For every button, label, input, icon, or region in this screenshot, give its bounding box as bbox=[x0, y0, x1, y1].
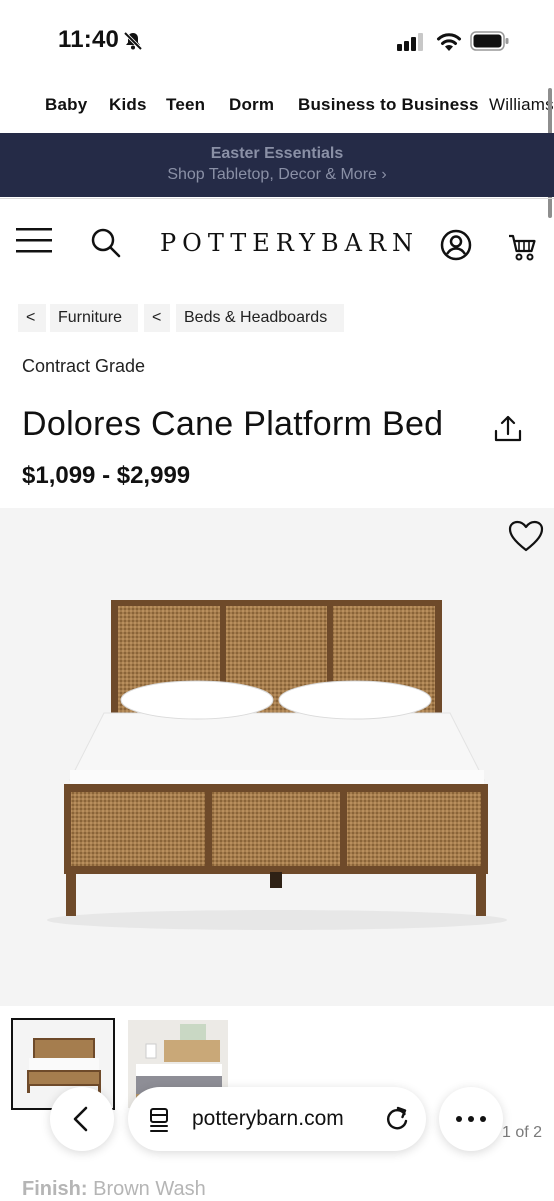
browser-more-button[interactable] bbox=[439, 1087, 503, 1151]
banner-headline: Easter Essentials bbox=[210, 145, 344, 162]
heart-icon[interactable] bbox=[508, 520, 544, 557]
nav-item-dorm[interactable]: Dorm bbox=[229, 95, 274, 115]
cart-icon[interactable] bbox=[508, 233, 538, 268]
nav-item-kids[interactable]: Kids bbox=[109, 95, 147, 115]
banner-link[interactable]: Shop Tabletop, Decor & More › bbox=[0, 166, 554, 184]
status-bar: 11:40 bbox=[0, 0, 554, 80]
gallery-page-indicator: 1 of 2 bbox=[501, 1124, 542, 1141]
nav-item-williams[interactable]: Williams bbox=[489, 95, 554, 115]
breadcrumb-beds-headboards[interactable]: Beds & Headboards bbox=[176, 304, 344, 332]
status-time: 11:40 bbox=[58, 26, 120, 53]
tabs-icon[interactable] bbox=[148, 1107, 172, 1133]
more-icon bbox=[456, 1116, 486, 1122]
product-image[interactable] bbox=[0, 508, 554, 1006]
signal-icon bbox=[397, 33, 425, 56]
category-nav: Baby Kids Teen Dorm Business to Business… bbox=[0, 90, 554, 122]
finish-value: Brown Wash bbox=[93, 1178, 206, 1200]
battery-icon bbox=[470, 31, 510, 56]
reload-icon[interactable] bbox=[383, 1105, 411, 1133]
address-bar[interactable]: potterybarn.com bbox=[128, 1087, 426, 1151]
search-icon[interactable] bbox=[90, 227, 122, 264]
bell-slash-icon bbox=[122, 30, 144, 57]
share-icon[interactable] bbox=[493, 414, 523, 449]
site-logo[interactable]: POTTERYBARN bbox=[160, 229, 419, 257]
nav-item-baby[interactable]: Baby bbox=[45, 95, 87, 115]
product-grade: Contract Grade bbox=[22, 356, 146, 376]
menu-icon[interactable] bbox=[16, 227, 54, 260]
product-price: $1,099 - $2,999 bbox=[22, 462, 191, 489]
back-icon bbox=[73, 1106, 88, 1132]
url-text[interactable]: potterybarn.com bbox=[192, 1107, 344, 1131]
promo-banner[interactable]: Easter Essentials Shop Tabletop, Decor &… bbox=[0, 133, 554, 197]
nav-item-teen[interactable]: Teen bbox=[166, 95, 205, 115]
browser-back-button[interactable] bbox=[50, 1087, 114, 1151]
finish-label: Finish: bbox=[22, 1178, 88, 1200]
product-title: Dolores Cane Platform Bed bbox=[22, 405, 444, 443]
breadcrumb-back-beds[interactable]: < bbox=[144, 304, 170, 332]
nav-item-business[interactable]: Business to Business bbox=[298, 95, 479, 115]
finish-option: Finish: Brown Wash bbox=[22, 1178, 206, 1201]
breadcrumb-back-furniture[interactable]: < bbox=[18, 304, 46, 332]
account-icon[interactable] bbox=[440, 229, 472, 266]
breadcrumb-furniture[interactable]: Furniture bbox=[50, 304, 138, 332]
site-header: POTTERYBARN bbox=[0, 198, 554, 287]
wifi-icon bbox=[436, 30, 462, 57]
